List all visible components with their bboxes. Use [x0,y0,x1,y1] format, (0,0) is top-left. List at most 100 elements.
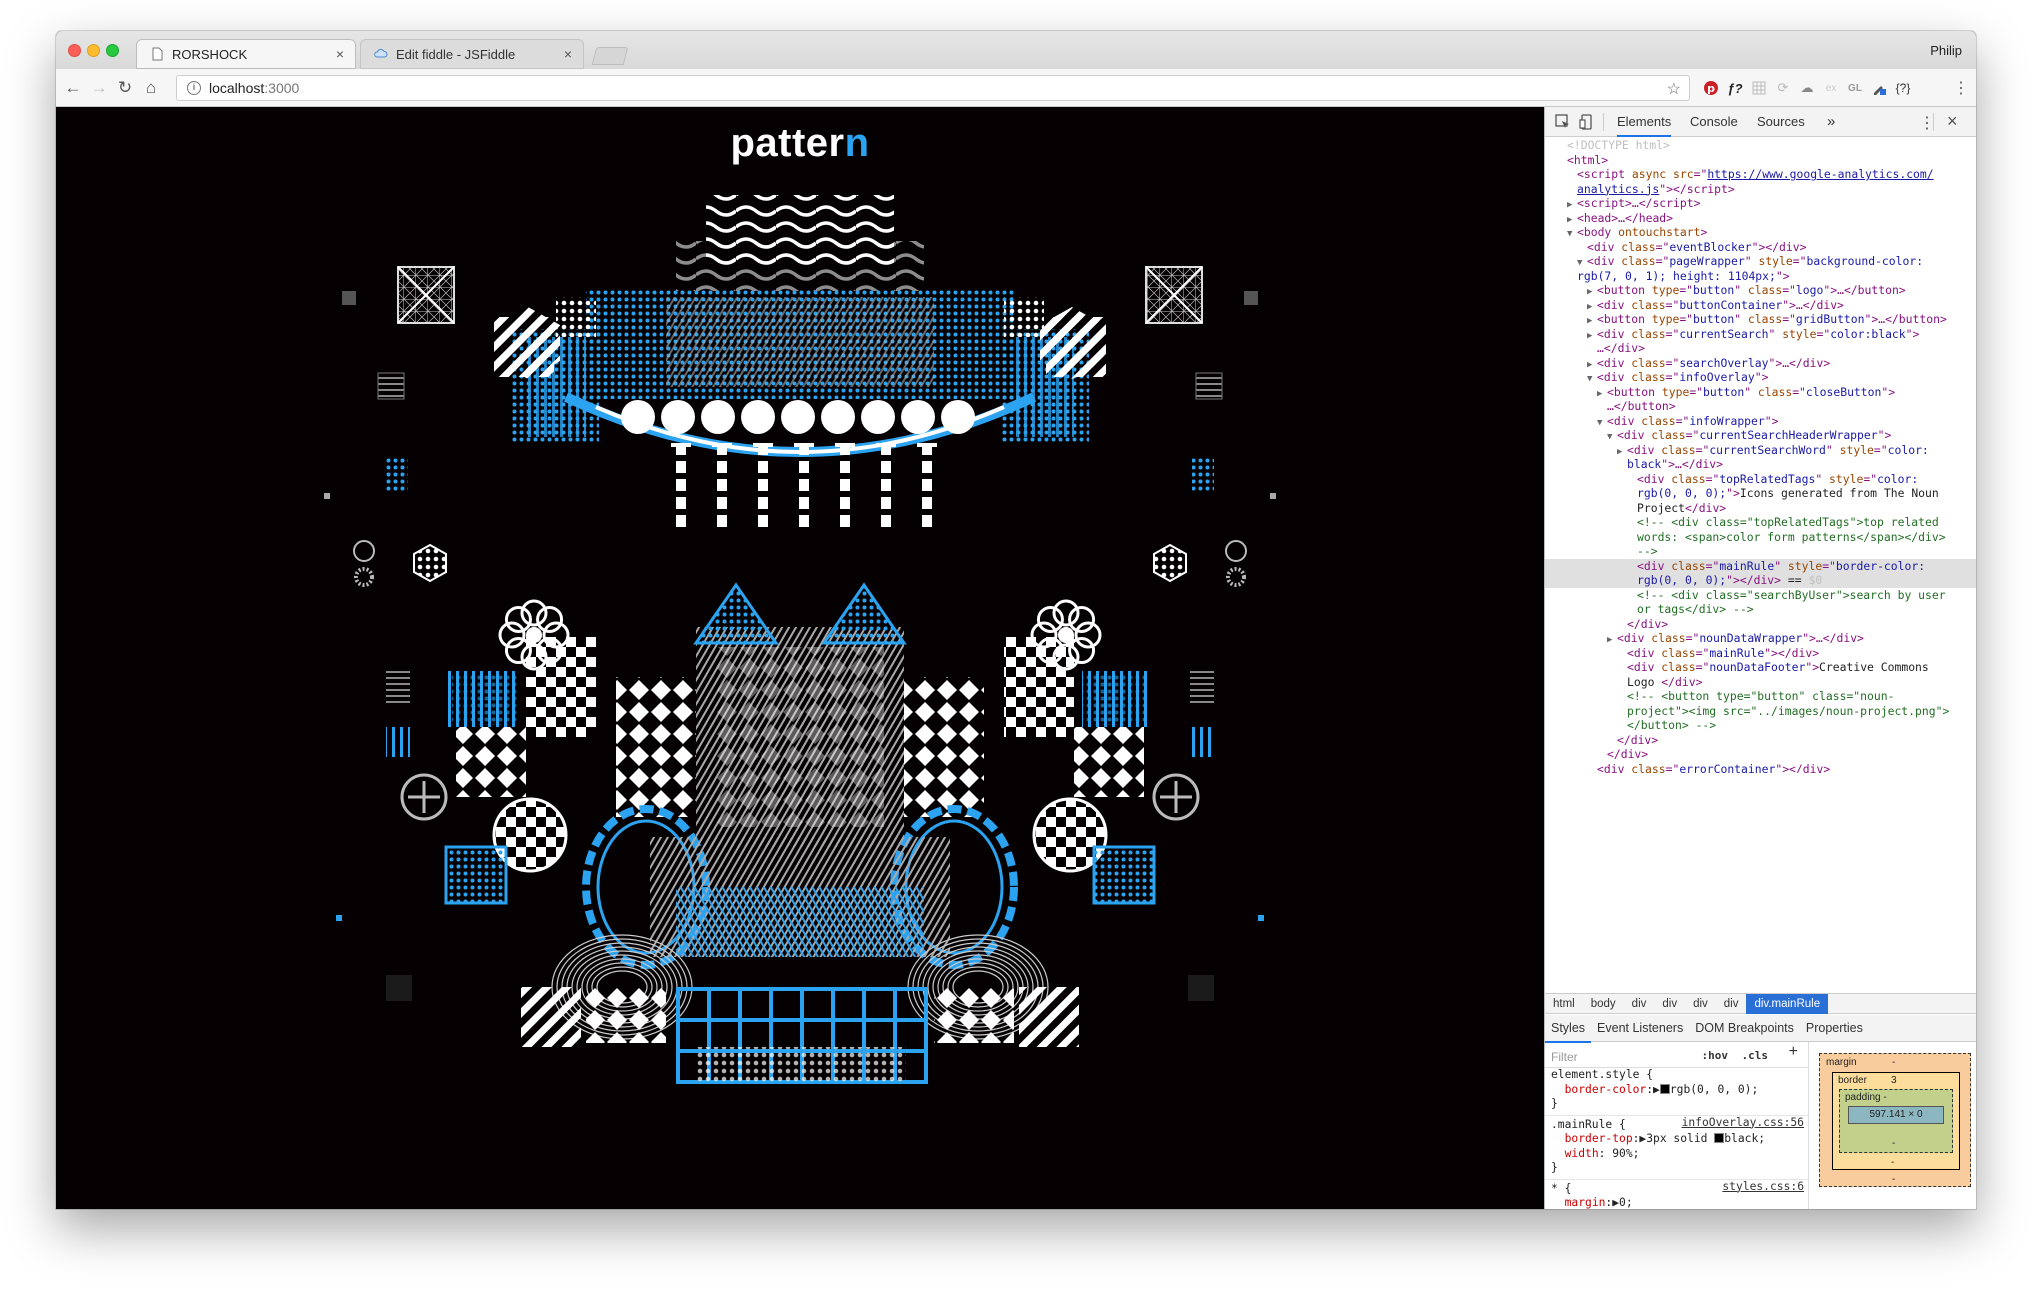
dom-node-line[interactable]: </div> [1545,617,1976,632]
minimize-window-button[interactable] [87,44,100,57]
tab-console[interactable]: Console [1690,107,1738,137]
dom-node-line[interactable]: --> [1545,544,1976,559]
refresh-icon[interactable]: ⟳ [1774,79,1792,97]
style-rule-line[interactable]: width: 90%; [1545,1147,1808,1162]
dom-node-line[interactable]: Project</div> [1545,501,1976,516]
breadcrumb-item[interactable]: div [1654,994,1685,1014]
tab-elements[interactable]: Elements [1617,107,1672,137]
cloud-icon[interactable]: ☁ [1798,79,1816,97]
dom-node-line[interactable]: </button> --> [1545,718,1976,733]
bookmark-star-icon[interactable]: ☆ [1667,79,1681,99]
dom-node-line[interactable]: ▼ <body ontouchstart> [1545,225,1976,240]
dom-node-line[interactable]: <div class="topRelatedTags" style="color… [1545,472,1976,487]
breadcrumb-item[interactable]: body [1583,994,1624,1014]
style-rule-line[interactable]: } [1545,1161,1808,1176]
color-picker-icon[interactable] [1870,79,1888,97]
dom-node-line[interactable]: </div> [1545,747,1976,762]
dom-node-line[interactable]: ▶ <button type="button" class="closeButto… [1545,385,1976,400]
breadcrumb-item[interactable]: div [1624,994,1655,1014]
styles-subtab[interactable]: Styles [1545,1016,1592,1043]
dom-node-line[interactable]: ▶ <div class="nounDataWrapper">…</div> [1545,631,1976,646]
style-rule-line[interactable]: } [1545,1097,1808,1112]
back-button[interactable]: ← [62,77,84,99]
tab-sources[interactable]: Sources [1757,107,1805,137]
dom-node-line[interactable]: rgb(0, 0, 0);"></div> == $0 [1545,573,1976,588]
forward-button[interactable]: → [88,77,110,99]
more-tabs-icon[interactable]: » [1827,107,1835,137]
breadcrumb-item[interactable]: html [1545,994,1583,1014]
dom-node-line[interactable]: rgb(0, 0, 0);">Icons generated from The … [1545,486,1976,501]
dom-node-line[interactable]: analytics.js"></script> [1545,182,1976,197]
dom-node-line[interactable]: <div class="eventBlocker"></div> [1545,240,1976,255]
new-tab-button[interactable] [591,47,629,65]
browser-menu-icon[interactable]: ⋮ [1952,79,1970,97]
maximize-window-button[interactable] [106,44,119,57]
dom-node-line[interactable]: project"><img src="../images/noun-projec… [1545,704,1976,719]
device-toggle-icon[interactable] [1579,114,1595,133]
hover-state-toggle[interactable]: :hov [1702,1049,1729,1064]
reload-button[interactable]: ↻ [114,77,136,99]
info-icon[interactable]: i [187,81,201,95]
style-rule-line[interactable]: * {styles.css:6 [1545,1178,1808,1197]
tab-rorshock[interactable]: RORSHOCK × [136,39,356,69]
class-toggle[interactable]: .cls [1742,1049,1769,1064]
tab-jsfiddle[interactable]: Edit fiddle - JSFiddle × [360,39,584,69]
close-window-button[interactable] [68,44,81,57]
dom-node-line[interactable]: Logo </div> [1545,675,1976,690]
dom-node-line[interactable]: black">…</div> [1545,457,1976,472]
dom-node-line[interactable]: <!-- <button type="button" class="noun- [1545,689,1976,704]
breadcrumb-item[interactable]: div [1685,994,1716,1014]
dom-node-line[interactable]: <div class="nounDataFooter">Creative Com… [1545,660,1976,675]
dom-node-line[interactable]: ▶ <div class="buttonContainer">…</div> [1545,298,1976,313]
dom-node-line[interactable]: <div class="mainRule" style="border-colo… [1545,558,1976,573]
dom-node-line[interactable]: ▼ <div class="infoOverlay"> [1545,370,1976,385]
dom-node-line[interactable]: ▶ <head>…</head> [1545,211,1976,226]
address-bar[interactable]: i localhost:3000 ☆ [176,75,1690,101]
dom-node-line[interactable]: or tags</div> --> [1545,602,1976,617]
dom-node-line[interactable]: ▶ <script>…</script> [1545,196,1976,211]
dom-node-line[interactable]: </div> [1545,733,1976,748]
dom-node-line[interactable]: <div class="mainRule"></div> [1545,646,1976,661]
styles-subtab[interactable]: Properties [1800,1015,1869,1042]
dom-node-line[interactable]: <!DOCTYPE html> [1545,138,1976,153]
json-icon[interactable]: {?} [1894,79,1912,97]
dom-node-line[interactable]: <!-- <div class="searchByUser">search by… [1545,588,1976,603]
pinterest-icon[interactable]: p [1702,79,1720,97]
dom-node-line[interactable]: ▶ <div class="searchOverlay">…</div> [1545,356,1976,371]
formula-icon[interactable]: ƒ? [1726,79,1744,97]
dom-node-line[interactable]: ▶ <button type="button" class="logo">…</b… [1545,283,1976,298]
dom-node-line[interactable]: …</div> [1545,341,1976,356]
styles-filter-input[interactable]: Filter [1551,1050,1578,1064]
gl-icon[interactable]: GL [1846,79,1864,97]
style-rule-line[interactable]: margin:▶0; [1545,1196,1808,1209]
close-devtools-icon[interactable]: × [1947,111,1958,132]
dom-node-line[interactable]: ▼ <div class="pageWrapper" style="backgro… [1545,254,1976,269]
styles-subtab[interactable]: Event Listeners [1591,1015,1689,1042]
style-rule-line[interactable]: .mainRule {infoOverlay.css:56 [1545,1114,1808,1133]
dom-node-line[interactable]: ▶ <div class="currentSearchWord" style="c… [1545,443,1976,458]
dom-node-line[interactable]: ▶ <div class="currentSearch" style="color… [1545,327,1976,342]
dom-node-line[interactable]: <script async src="https://www.google-an… [1545,167,1976,182]
dom-node-line[interactable]: ▶ <button type="button" class="gridButton… [1545,312,1976,327]
dom-node-line[interactable]: …</button> [1545,399,1976,414]
ex-icon[interactable]: ex [1822,79,1840,97]
style-rule-line[interactable]: element.style { [1545,1068,1808,1083]
styles-subtab[interactable]: DOM Breakpoints [1689,1015,1800,1042]
grid-icon[interactable] [1750,79,1768,97]
dom-node-line[interactable]: rgb(7, 0, 1); height: 1104px;"> [1545,269,1976,284]
dom-node-line[interactable]: ▼ <div class="infoWrapper"> [1545,414,1976,429]
close-tab-icon[interactable]: × [336,46,344,62]
dom-node-line[interactable]: <div class="errorContainer"></div> [1545,762,1976,774]
dom-node-line[interactable]: ▼ <div class="currentSearchHeaderWrapper"… [1545,428,1976,443]
style-rule-line[interactable]: border-top:▶3px solid black; [1545,1132,1808,1147]
new-style-rule-button[interactable]: + [1789,1044,1798,1060]
dom-node-line[interactable]: <!-- <div class="topRelatedTags">top rel… [1545,515,1976,530]
breadcrumb-item[interactable]: div.mainRule [1746,994,1829,1014]
home-button[interactable]: ⌂ [140,77,162,99]
style-rule-line[interactable]: border-color:▶ rgb(0, 0, 0); [1545,1083,1808,1098]
close-tab-icon[interactable]: × [564,46,572,62]
inspect-element-icon[interactable] [1555,114,1571,133]
profile-name[interactable]: Philip [1930,43,1962,58]
dom-node-line[interactable]: <html> [1545,153,1976,168]
pattern-logo[interactable]: pattern [56,121,1544,166]
